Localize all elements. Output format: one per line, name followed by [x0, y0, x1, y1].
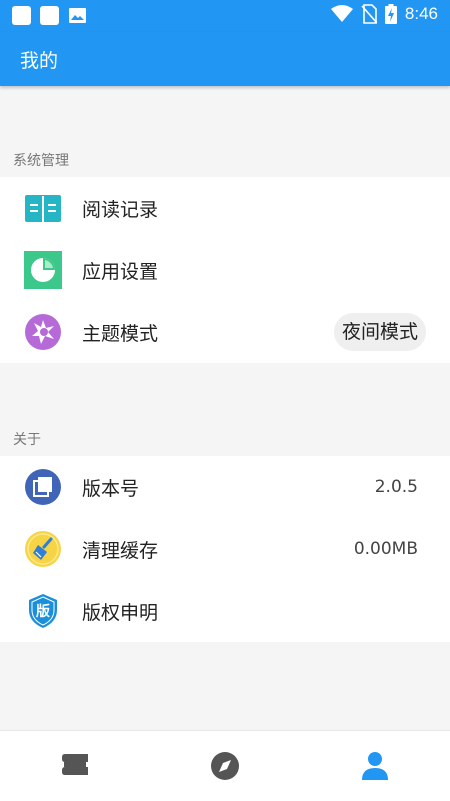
theme-mode-label: 主题模式 — [82, 322, 159, 345]
app-settings-label: 应用设置 — [82, 260, 159, 283]
copyright-shield-icon: 版 — [29, 594, 57, 628]
bookshelf-icon[interactable] — [58, 749, 92, 783]
version-value: 2.0.5 — [374, 477, 418, 497]
book-icon — [25, 195, 61, 222]
copyright-row[interactable]: 版 版权申明 — [0, 580, 450, 642]
reading-history-row[interactable]: 阅读记录 — [0, 177, 450, 239]
status-bar: 8:46 — [0, 0, 450, 32]
app-bar: 我的 — [0, 32, 450, 86]
section-header-about: 关于 — [13, 432, 41, 448]
management-card: 阅读记录 应用设置 主题模式 夜间模式 — [0, 177, 450, 363]
app-settings-row[interactable]: 应用设置 — [0, 239, 450, 301]
battery-charging-icon — [384, 4, 397, 24]
wifi-icon — [330, 5, 353, 22]
compass-icon[interactable] — [208, 749, 242, 783]
theme-mode-row[interactable]: 主题模式 夜间模式 — [0, 301, 450, 363]
broom-icon — [25, 531, 61, 567]
version-label: 版本号 — [82, 477, 140, 500]
about-card: 版本号 2.0.5 清理缓存 0.00MB 版 版权申明 — [0, 456, 450, 642]
pie-chart-icon — [24, 251, 62, 289]
section-header-management: 系统管理 — [13, 153, 69, 169]
clear-cache-label: 清理缓存 — [82, 539, 159, 562]
user-icon[interactable] — [358, 749, 392, 783]
clear-cache-row[interactable]: 清理缓存 0.00MB — [0, 518, 450, 580]
copyright-label: 版权申明 — [82, 601, 159, 624]
image-icon — [69, 8, 86, 23]
bottom-navigation — [0, 730, 450, 801]
version-icon — [25, 469, 61, 505]
cache-size-value: 0.00MB — [353, 539, 418, 559]
page-title: 我的 — [20, 50, 59, 72]
theme-icon — [25, 314, 61, 350]
status-time: 8:46 — [404, 4, 438, 23]
notification-icon — [12, 6, 31, 25]
night-mode-button[interactable]: 夜间模式 — [333, 313, 426, 351]
version-row[interactable]: 版本号 2.0.5 — [0, 456, 450, 518]
no-sim-icon — [361, 4, 377, 24]
reading-history-label: 阅读记录 — [82, 198, 159, 221]
notification-icon — [40, 6, 59, 25]
copyright-badge-text: 版 — [36, 603, 50, 620]
